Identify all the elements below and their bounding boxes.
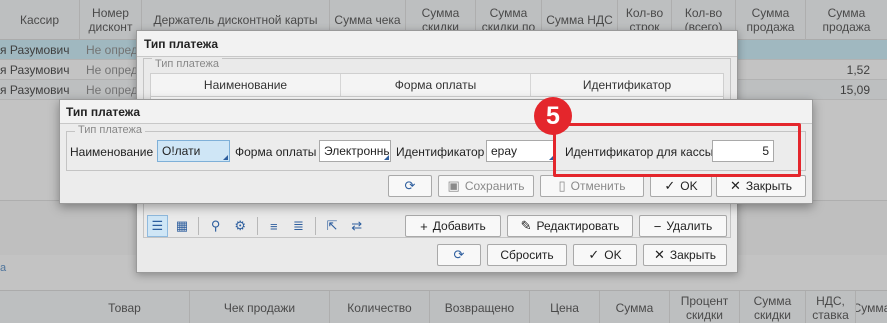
refresh-button[interactable]: ⟳ — [388, 175, 432, 197]
ok-button[interactable]: ✓ OK — [573, 244, 637, 266]
minus-icon: − — [653, 218, 662, 234]
save-button-label: Сохранить — [464, 179, 525, 193]
reset-button-label: Сбросить — [500, 248, 554, 262]
save-button[interactable]: ▣ Сохранить — [438, 175, 534, 197]
cancel-button[interactable]: ▯ Отменить — [540, 175, 644, 197]
save-disk-icon: ▣ — [447, 178, 460, 193]
close-button-label: Закрыть — [745, 179, 793, 193]
name-label: Наименование — [70, 145, 154, 159]
list-view-icon[interactable]: ☰ — [147, 215, 168, 237]
delete-button[interactable]: − Удалить — [639, 215, 727, 237]
group-legend: Тип платежа — [152, 58, 223, 70]
toolbar-separator — [198, 217, 200, 235]
checkmark-icon: ✓ — [664, 178, 676, 193]
annotation-step-badge: 5 — [534, 97, 572, 135]
numbered-list-icon[interactable]: ≡ — [264, 215, 285, 237]
annotation-highlight-box — [553, 123, 801, 177]
payment-types-table-header: Наименование Форма оплаты Идентификатор — [150, 73, 724, 97]
payment-form-value: Электронны — [324, 144, 391, 158]
payment-form-label: Форма оплаты — [235, 145, 317, 159]
filter-icon[interactable]: ⚲ — [205, 215, 226, 237]
name-field[interactable]: О!лати — [157, 140, 230, 162]
sync-icon[interactable]: ⇄ — [346, 215, 367, 237]
plus-icon: + — [420, 218, 428, 234]
undo-icon: ▯ — [558, 178, 566, 193]
add-list-icon[interactable]: ≣ — [288, 215, 309, 237]
refresh-icon: ⟳ — [453, 247, 465, 262]
close-icon: ✕ — [729, 178, 741, 193]
identifier-field[interactable]: epay — [486, 140, 556, 162]
settings-gear-icon[interactable]: ⚙ — [230, 215, 251, 237]
dialog-title: Тип платежа — [60, 100, 812, 124]
group-legend: Тип платежа — [75, 124, 146, 136]
cancel-button-label: Отменить — [570, 179, 626, 193]
column-header[interactable]: Наименование — [151, 74, 341, 96]
lookup-corner-icon — [384, 155, 389, 160]
close-button-label: Закрыть — [669, 248, 717, 262]
close-icon: ✕ — [653, 247, 665, 262]
ok-button-label: OK — [680, 179, 698, 193]
add-button[interactable]: + Добавить — [405, 215, 501, 237]
identifier-value: epay — [491, 144, 518, 158]
toolbar-separator — [256, 217, 258, 235]
identifier-label: Идентификатор — [396, 145, 485, 159]
pencil-icon: ✎ — [520, 218, 532, 233]
delete-button-label: Удалить — [666, 219, 713, 233]
column-header[interactable]: Идентификатор — [531, 74, 723, 96]
lookup-corner-icon — [223, 155, 228, 160]
refresh-button[interactable]: ⟳ — [437, 244, 481, 266]
close-button[interactable]: ✕ Закрыть — [643, 244, 727, 266]
refresh-icon: ⟳ — [404, 178, 416, 193]
grid-view-icon[interactable]: ▦ — [172, 215, 193, 237]
ok-button-label: OK — [604, 248, 622, 262]
toolbar-separator — [314, 217, 316, 235]
list-toolbar: ☰ ▦ ⚲ ⚙ ≡ ≣ ⇱ ⇄ — [147, 215, 367, 237]
add-button-label: Добавить — [432, 219, 486, 233]
name-field-value: О!лати — [162, 144, 201, 158]
export-icon[interactable]: ⇱ — [322, 215, 343, 237]
edit-button[interactable]: ✎ Редактировать — [507, 215, 633, 237]
dialog-title: Тип платежа — [137, 31, 737, 57]
reset-button[interactable]: Сбросить — [487, 244, 567, 266]
edit-button-label: Редактировать — [536, 219, 620, 233]
payment-form-field[interactable]: Электронны — [319, 140, 391, 162]
close-button[interactable]: ✕ Закрыть — [716, 175, 806, 197]
ok-button[interactable]: ✓ OK — [650, 175, 712, 197]
column-header[interactable]: Форма оплаты — [341, 74, 531, 96]
checkmark-icon: ✓ — [588, 247, 600, 262]
